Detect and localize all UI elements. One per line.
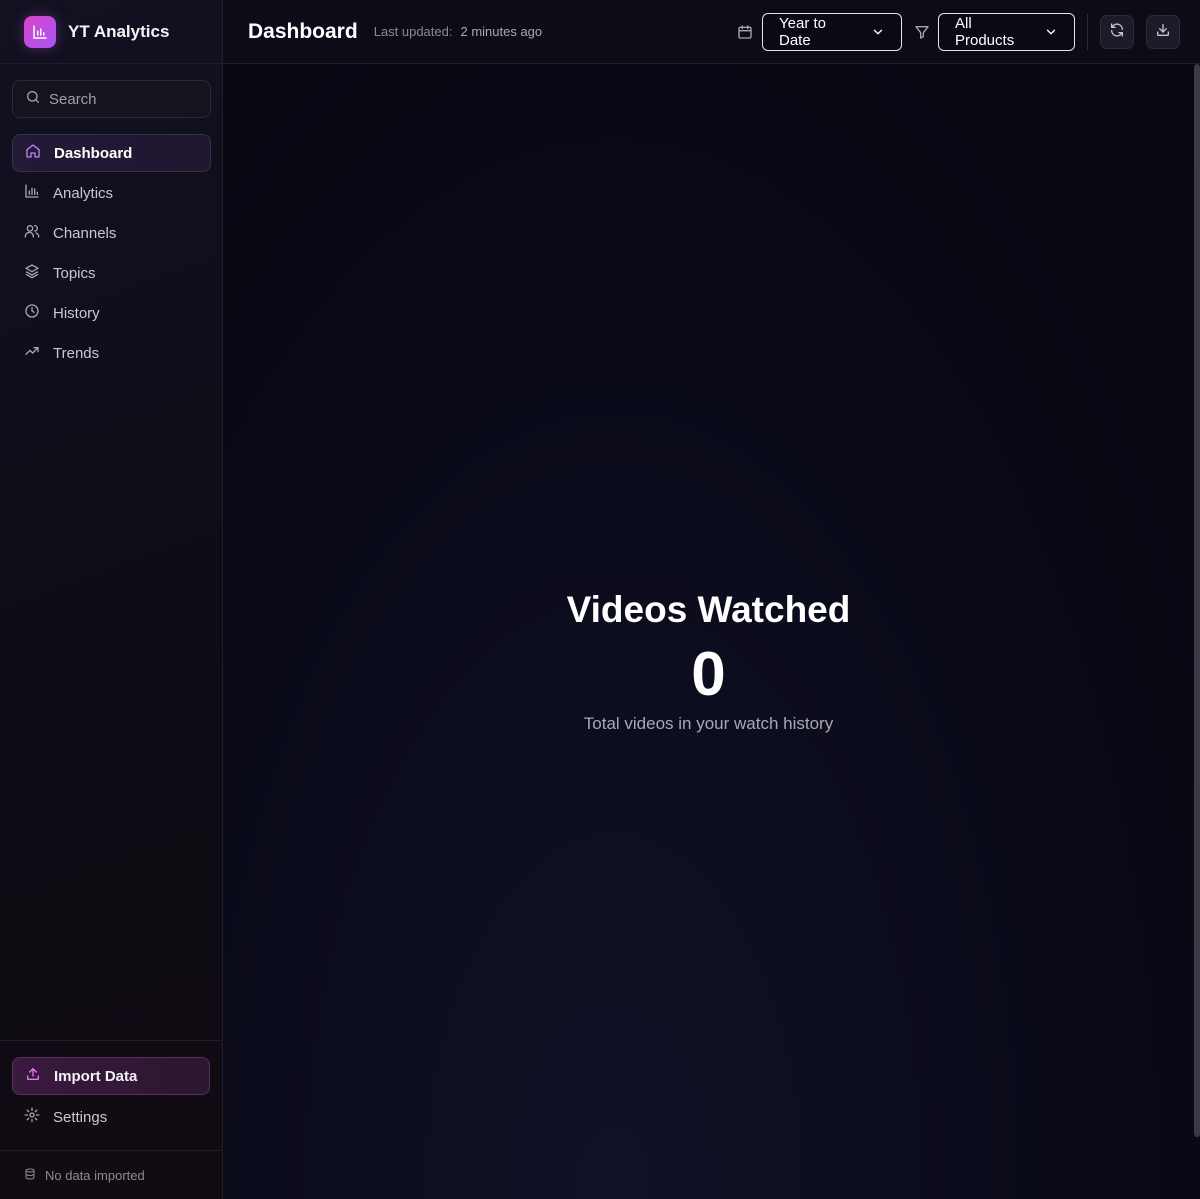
scrollbar[interactable]: [1194, 64, 1200, 1137]
sidebar-item-label: History: [53, 304, 100, 322]
brand[interactable]: YT Analytics: [0, 0, 222, 64]
database-icon: [24, 1168, 36, 1183]
sidebar-item-label: Dashboard: [54, 144, 133, 162]
top-bar: Dashboard Last updated: 2 minutes ago Ye…: [223, 0, 1200, 64]
sidebar-item-dashboard[interactable]: Dashboard: [12, 134, 211, 172]
import-data-button[interactable]: Import Data: [12, 1057, 210, 1095]
sidebar-item-channels[interactable]: Channels: [12, 214, 211, 252]
layers-icon: [24, 263, 40, 283]
main-content: Videos Watched 0 Total videos in your wa…: [223, 64, 1200, 1199]
videos-watched-stat: Videos Watched 0 Total videos in your wa…: [223, 586, 1194, 734]
app-title: YT Analytics: [68, 21, 170, 41]
settings-label: Settings: [53, 1108, 108, 1126]
import-data-label: Import Data: [54, 1067, 138, 1085]
last-updated-label: Last updated:: [373, 24, 453, 39]
search-input[interactable]: [49, 90, 199, 108]
refresh-icon: [1109, 22, 1125, 43]
header-divider: [1087, 14, 1088, 50]
stat-title: Videos Watched: [566, 589, 851, 630]
sidebar-item-label: Trends: [53, 344, 100, 362]
sidebar-item-label: Channels: [53, 224, 117, 242]
sidebar-item-trends[interactable]: Trends: [12, 334, 211, 372]
chevron-down-icon: [1044, 25, 1058, 39]
product-filter-value: All Products: [955, 15, 1015, 49]
date-range-value: Year to Date: [779, 15, 826, 49]
clock-icon: [24, 303, 40, 323]
search-box[interactable]: [12, 80, 211, 118]
sidebar-item-analytics[interactable]: Analytics: [12, 174, 211, 212]
users-icon: [24, 223, 40, 243]
settings-button[interactable]: Settings: [12, 1098, 210, 1136]
bar-chart-logo-icon: [24, 15, 56, 48]
home-icon: [25, 143, 41, 163]
stat-value: 0: [691, 640, 726, 709]
upload-icon: [25, 1066, 41, 1086]
last-updated-value: 2 minutes ago: [460, 24, 543, 39]
filter-icon: [914, 24, 930, 40]
download-icon: [1155, 22, 1171, 43]
refresh-button[interactable]: [1100, 15, 1134, 49]
stat-description: Total videos in your watch history: [583, 714, 834, 733]
trending-up-icon: [24, 343, 40, 363]
gear-icon: [24, 1107, 40, 1127]
sidebar-footer: Import Data Settings: [0, 1040, 222, 1136]
date-range-select[interactable]: Year to Date: [762, 13, 902, 51]
data-status: No data imported: [0, 1150, 222, 1199]
sidebar-item-topics[interactable]: Topics: [12, 254, 211, 292]
download-button[interactable]: [1146, 15, 1180, 49]
bar-chart-icon: [24, 183, 40, 203]
sidebar: YT Analytics Dashboard Analytics Channel…: [0, 0, 223, 1199]
search-icon: [25, 89, 41, 110]
chevron-down-icon: [871, 25, 885, 39]
header-controls: Year to Date All Products: [737, 0, 1200, 64]
sidebar-item-label: Topics: [53, 264, 96, 282]
page-title: Dashboard: [248, 19, 358, 43]
sidebar-item-label: Analytics: [53, 184, 114, 202]
data-status-text: No data imported: [45, 1167, 145, 1183]
sidebar-item-history[interactable]: History: [12, 294, 211, 332]
sidebar-nav: Dashboard Analytics Channels Topics Hist…: [12, 134, 211, 374]
calendar-icon: [737, 24, 753, 40]
product-filter-select[interactable]: All Products: [938, 13, 1075, 51]
